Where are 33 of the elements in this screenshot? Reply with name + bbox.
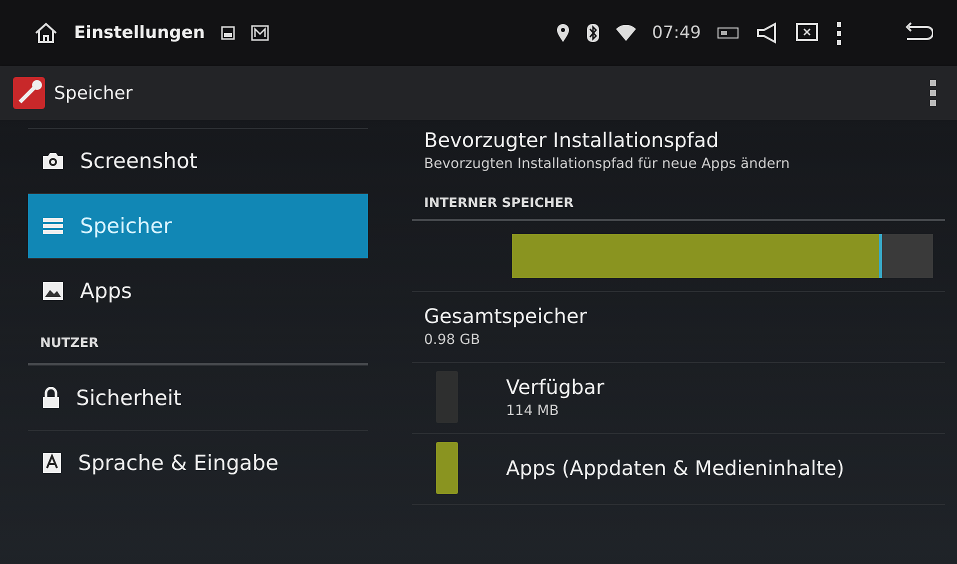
screen-close-button[interactable] bbox=[795, 22, 819, 44]
volume-button[interactable] bbox=[755, 21, 779, 45]
wifi-icon bbox=[616, 25, 636, 41]
picture-icon bbox=[42, 281, 64, 301]
screen-title: Speicher bbox=[54, 82, 133, 104]
mail-icon bbox=[250, 25, 269, 41]
sidebar-item[interactable]: Sprache & Eingabe bbox=[28, 430, 368, 495]
preference-title[interactable]: Bevorzugter Installationspfad bbox=[424, 128, 933, 152]
section-header: INTERNER SPEICHER bbox=[412, 188, 945, 221]
storage-icon bbox=[42, 217, 64, 235]
battery-icon bbox=[717, 26, 739, 40]
section-header: NUTZER bbox=[28, 323, 368, 365]
sidebar-item[interactable]: Speicher bbox=[28, 193, 368, 258]
location-pin-icon bbox=[556, 23, 570, 43]
total-storage-value: 0.98 GB bbox=[424, 332, 482, 348]
overflow-menu-button[interactable] bbox=[835, 21, 843, 45]
home-button[interactable] bbox=[34, 22, 58, 44]
legend-title: Apps (Appdaten & Medieninhalte) bbox=[506, 456, 844, 480]
legend-title: Verfügbar bbox=[506, 375, 604, 399]
total-storage-title: Gesamtspeicher bbox=[424, 304, 588, 328]
picture-icon bbox=[220, 26, 235, 40]
bluetooth-icon bbox=[586, 23, 600, 43]
sidebar-item[interactable]: Apps bbox=[28, 258, 368, 323]
sidebar-item[interactable]: Sicherheit bbox=[28, 365, 368, 430]
overflow-menu-button[interactable] bbox=[929, 79, 937, 107]
letter-a-icon bbox=[42, 452, 62, 474]
clock-time: 07:49 bbox=[652, 23, 701, 43]
lock-icon bbox=[42, 387, 60, 409]
preference-summary: Bevorzugten Installationspfad für neue Apps ändern bbox=[424, 156, 791, 172]
camera-icon bbox=[42, 152, 64, 170]
legend-value: 114 MB bbox=[506, 403, 560, 419]
app-title: Einstellungen bbox=[74, 23, 205, 43]
wrench-app-icon bbox=[12, 76, 46, 110]
